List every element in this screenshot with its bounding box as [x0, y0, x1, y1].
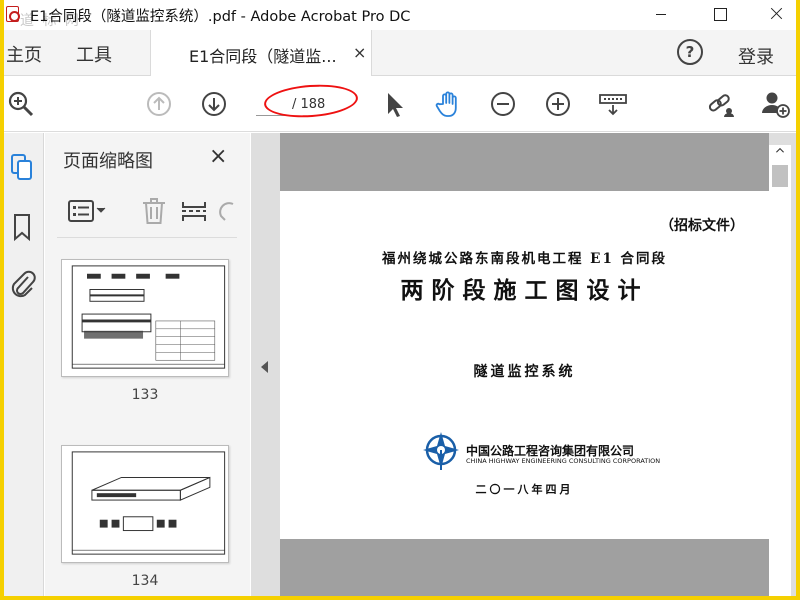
tab-document[interactable]: E1合同段（隧道监... × [150, 30, 372, 76]
close-panel-button[interactable]: × [209, 144, 227, 169]
thumbnail-page-133[interactable] [61, 259, 229, 377]
tab-home[interactable]: 主页 [6, 41, 42, 67]
left-nav-pane [4, 133, 44, 596]
attachments-icon[interactable] [8, 267, 38, 301]
collapse-panel-arrow-icon[interactable] [261, 361, 268, 373]
page-bottom-band [280, 539, 769, 596]
minimize-button[interactable] [638, 0, 684, 30]
document-scrollbar[interactable] [769, 145, 791, 596]
insert-pages-icon[interactable] [179, 196, 209, 226]
tab-tools[interactable]: 工具 [76, 41, 112, 67]
select-arrow-icon[interactable] [380, 89, 410, 119]
window-title: E1合同段（隧道监控系统）.pdf - Adobe Acrobat Pro DC [30, 9, 411, 25]
add-user-icon[interactable] [760, 89, 790, 119]
title-bar: 道 标 网 E1合同段（隧道监控系统）.pdf - Adobe Acrobat … [4, 0, 796, 30]
document-scroll-thumb[interactable] [772, 165, 788, 187]
page-thumbnails-panel: 页面缩略图 × 133 134 [45, 133, 287, 596]
help-icon[interactable]: ? [677, 39, 703, 65]
acrobat-window: 道 标 网 E1合同段（隧道监控系统）.pdf - Adobe Acrobat … [4, 0, 796, 596]
thumbnail-drawing [71, 265, 226, 369]
keyboard-icon[interactable] [598, 89, 628, 119]
search-icon[interactable] [6, 89, 36, 119]
page-thumbnails-icon[interactable] [8, 151, 38, 185]
hand-tool-icon[interactable] [434, 89, 464, 119]
company-name-english: CHINA HIGHWAY ENGINEERING CONSULTING COR… [466, 457, 661, 465]
page-down-icon[interactable] [199, 89, 229, 119]
delete-page-icon[interactable] [139, 196, 169, 226]
thumbnail-drawing [71, 451, 226, 555]
link-icon[interactable] [706, 89, 736, 119]
maximize-button[interactable] [698, 0, 744, 30]
document-view: （招标文件） 福州绕城公路东南段机电工程 E1 合同段 两阶段施工图设计 隧道监… [251, 133, 796, 596]
page-up-icon[interactable] [144, 89, 174, 119]
thumbnail-label-133: 133 [131, 387, 159, 403]
company-logo [423, 430, 459, 470]
thumbnail-toolbar [57, 188, 237, 238]
document-tab-label: E1合同段（隧道监... [189, 47, 337, 66]
red-ellipse-annotation [262, 81, 360, 121]
thumbnail-options-icon[interactable] [67, 196, 109, 226]
acrobat-app-icon [6, 6, 20, 22]
close-tab-button[interactable]: × [353, 43, 366, 62]
zoom-in-icon[interactable] [543, 89, 573, 119]
scroll-up-arrow-icon[interactable] [769, 145, 791, 163]
close-window-button[interactable] [753, 0, 796, 30]
project-title: 福州绕城公路东南段机电工程 E1 合同段 [381, 251, 668, 267]
system-title: 隧道监控系统 [473, 364, 576, 380]
main-toolbar: / 188 [4, 76, 796, 132]
page-top-band [280, 133, 769, 191]
bid-document-label: （招标文件） [660, 218, 744, 234]
login-button[interactable]: 登录 [738, 43, 774, 69]
publication-date: 二〇一八年四月 [475, 483, 574, 496]
zoom-out-icon[interactable] [488, 89, 518, 119]
thumbnail-page-134[interactable] [61, 445, 229, 563]
pdf-page: （招标文件） 福州绕城公路东南段机电工程 E1 合同段 两阶段施工图设计 隧道监… [280, 133, 769, 596]
bookmarks-icon[interactable] [8, 211, 38, 245]
panel-title: 页面缩略图 [63, 151, 153, 172]
thumbnail-label-134: 134 [131, 573, 159, 589]
design-title: 两阶段施工图设计 [400, 277, 649, 304]
rotate-page-icon[interactable] [215, 196, 237, 226]
tab-bar: 主页 工具 E1合同段（隧道监... × ? 登录 [4, 30, 796, 76]
